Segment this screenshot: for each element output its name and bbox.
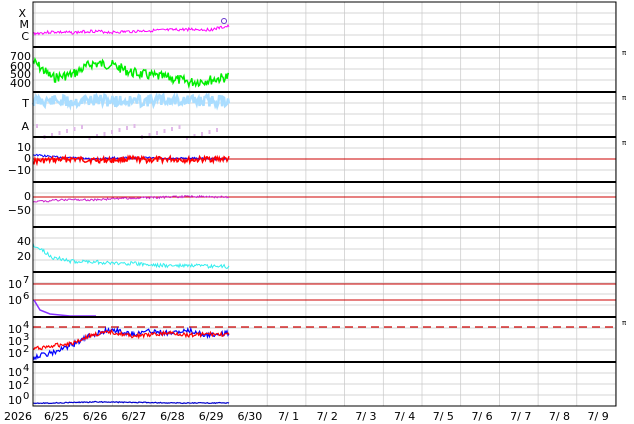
alpha-point <box>103 132 106 136</box>
y-tick-label-power: 10 6 <box>8 291 29 307</box>
y-tick-label: −10 <box>8 164 31 177</box>
tick-exponent: 3 <box>23 332 29 343</box>
panel-letter-label: C <box>21 30 29 43</box>
alpha-point <box>208 130 211 134</box>
alpha-point <box>73 127 76 131</box>
x-tick-label: 7/ 8 <box>549 410 570 423</box>
x-tick-label: 7/ 1 <box>278 410 299 423</box>
panel-letter-label: A <box>21 120 29 133</box>
y-tick-label-power: 10 2 <box>8 376 29 392</box>
series-layer <box>31 18 231 405</box>
flare-marker-icon <box>221 18 227 24</box>
series-line <box>32 56 230 89</box>
alpha-point <box>111 130 113 134</box>
tick-exponent: 2 <box>23 344 29 355</box>
tick-base: 10 <box>8 294 22 307</box>
y-tick-label: −50 <box>8 204 31 217</box>
x-tick-label: 2026 <box>4 410 32 423</box>
tick-base: 10 <box>8 278 22 291</box>
x-tick-label: 6/25 <box>44 410 69 423</box>
x-tick-label: 7/ 6 <box>471 410 492 423</box>
x-tick-label: 7/ 2 <box>317 410 338 423</box>
right-panel-tag: π <box>622 139 627 147</box>
x-tick-label: 6/29 <box>199 410 224 423</box>
space-weather-chart: XMCTA700600500400100−100−50402010 710 610 4… <box>4 1 627 423</box>
series-line <box>33 299 96 317</box>
y-tick-label-power: 10 7 <box>8 275 29 291</box>
x-tick-label: 7/ 3 <box>355 410 376 423</box>
tick-base: 10 <box>8 366 22 379</box>
y-tick-label: 0 <box>24 190 31 203</box>
alpha-point <box>81 125 83 129</box>
alpha-point <box>118 128 121 132</box>
alpha-point <box>66 129 68 133</box>
alpha-point <box>58 131 61 135</box>
alpha-point <box>178 125 181 129</box>
alpha-point <box>171 127 173 131</box>
alpha-point <box>126 126 128 130</box>
grid-layer <box>33 2 616 406</box>
tick-exponent: 0 <box>23 391 29 402</box>
y-tick-label-power: 10 2 <box>8 344 29 360</box>
y-tick-label: 400 <box>10 77 31 90</box>
series-line <box>32 242 230 270</box>
x-tick-label: 7/ 7 <box>510 410 531 423</box>
series-line <box>32 328 230 351</box>
x-tick-label: 6/30 <box>237 410 262 423</box>
right-panel-tag: π <box>622 319 627 327</box>
tick-exponent: 2 <box>23 376 29 387</box>
tick-base: 10 <box>8 379 22 392</box>
tick-exponent: 4 <box>23 363 29 374</box>
tick-exponent: 6 <box>23 291 29 302</box>
y-tick-label: 40 <box>17 235 31 248</box>
alpha-point <box>156 131 158 135</box>
right-panel-tag: π <box>622 49 627 57</box>
tick-exponent: 4 <box>23 320 29 331</box>
alpha-point <box>36 124 38 128</box>
x-tick-label: 7/ 4 <box>394 410 415 423</box>
panel-letter-label: T <box>21 97 29 110</box>
x-tick-label: 7/ 9 <box>588 410 609 423</box>
right-panel-tag: π <box>622 94 627 102</box>
tick-base: 10 <box>8 394 22 407</box>
tick-base: 10 <box>8 347 22 360</box>
tick-exponent: 7 <box>23 275 29 286</box>
alpha-point <box>163 129 166 133</box>
alpha-point <box>133 124 136 128</box>
x-tick-label: 6/26 <box>83 410 108 423</box>
y-tick-label: 20 <box>17 250 31 263</box>
series-line <box>31 91 231 111</box>
alpha-point <box>201 132 203 136</box>
reference-lines <box>33 158 616 328</box>
x-tick-label: 6/28 <box>160 410 185 423</box>
x-tick-label: 6/27 <box>121 410 146 423</box>
y-tick-label-power: 10 0 <box>8 391 29 407</box>
alpha-point <box>216 128 218 132</box>
series-line <box>32 23 230 36</box>
x-tick-label: 7/ 5 <box>433 410 454 423</box>
series-line <box>32 400 230 405</box>
